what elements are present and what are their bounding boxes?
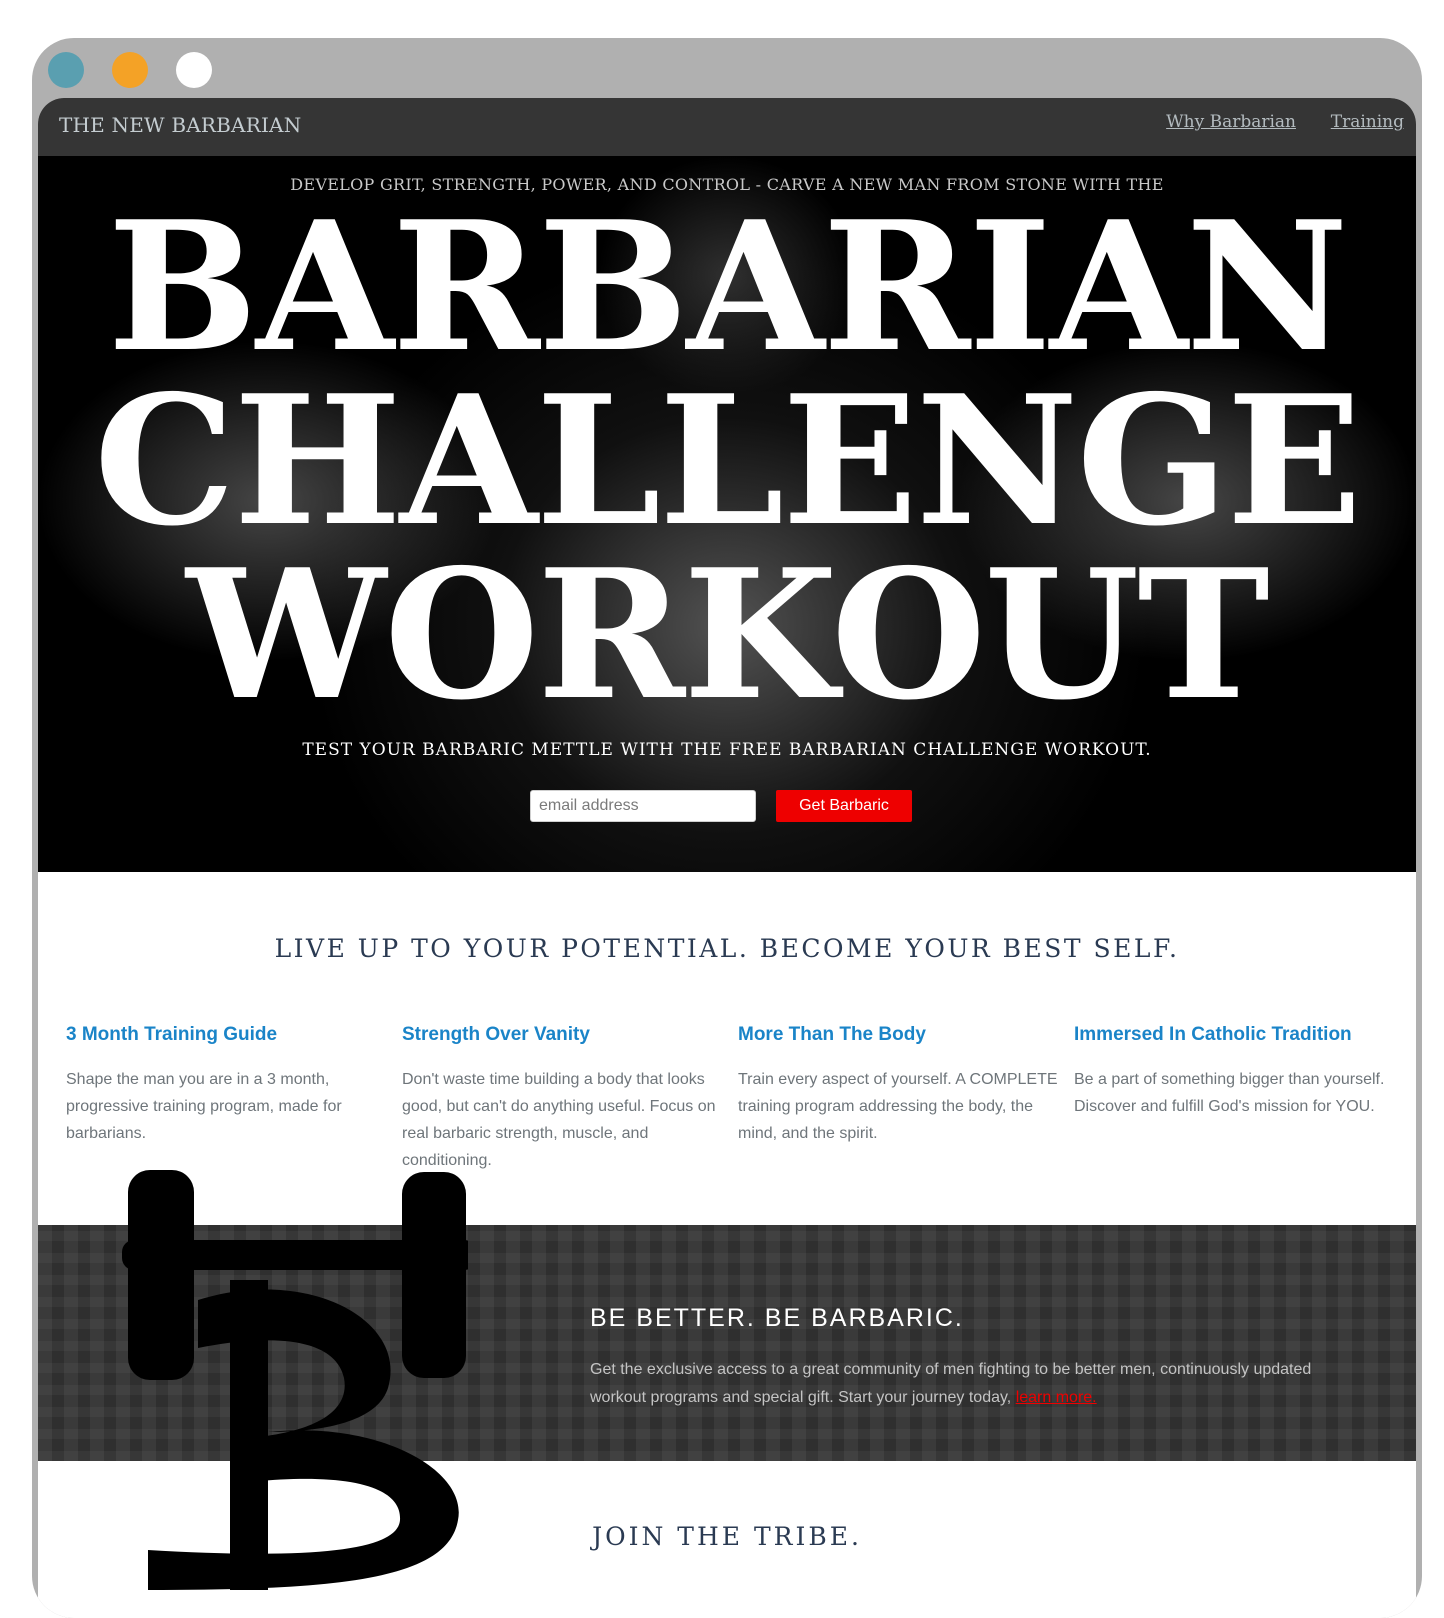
join-tribe-heading: JOIN THE TRIBE.	[592, 1522, 862, 1551]
hero-subtitle: TEST YOUR BARBARIC METTLE WITH THE FREE …	[302, 740, 1152, 760]
learn-more-link[interactable]: learn more.	[1016, 1389, 1097, 1406]
get-barbaric-button[interactable]: Get Barbaric	[776, 790, 912, 822]
feature-more-than-body: More Than The Body Train every aspect of…	[738, 1024, 1058, 1147]
tagline-heading: LIVE UP TO YOUR POTENTIAL. BECOME YOUR B…	[274, 934, 1180, 963]
feature-title[interactable]: More Than The Body	[738, 1024, 1058, 1046]
feature-text: Don't waste time building a body that lo…	[402, 1071, 716, 1169]
browser-window: THE NEW BARBARIAN Why Barbarian Training…	[32, 38, 1422, 1618]
window-close-button[interactable]	[48, 52, 84, 88]
feature-text: Be a part of something bigger than yours…	[1074, 1071, 1385, 1115]
feature-strength-over-vanity: Strength Over Vanity Don't waste time bu…	[402, 1024, 722, 1174]
hero-title-line-1: BARBARIAN	[107, 182, 1348, 391]
window-minimize-button[interactable]	[112, 52, 148, 88]
top-navbar: THE NEW BARBARIAN Why Barbarian Training	[38, 98, 1416, 156]
window-maximize-button[interactable]	[176, 52, 212, 88]
hero-title-line-3: WORKOUT	[186, 530, 1270, 739]
web-page: THE NEW BARBARIAN Why Barbarian Training…	[38, 98, 1416, 1618]
email-input[interactable]	[530, 790, 756, 822]
band-text: Get the exclusive access to a great comm…	[590, 1356, 1350, 1412]
feature-catholic-tradition: Immersed In Catholic Tradition Be a part…	[1074, 1024, 1394, 1120]
hero-section: DEVELOP GRIT, STRENGTH, POWER, AND CONTR…	[38, 156, 1416, 872]
feature-training-guide: 3 Month Training Guide Shape the man you…	[66, 1024, 386, 1147]
band-body: Get the exclusive access to a great comm…	[590, 1361, 1312, 1406]
feature-text: Train every aspect of yourself. A COMPLE…	[738, 1071, 1058, 1142]
feature-title[interactable]: Immersed In Catholic Tradition	[1074, 1024, 1394, 1046]
site-brand[interactable]: THE NEW BARBARIAN	[59, 113, 301, 137]
hero-title-line-2: CHALLENGE	[93, 356, 1362, 565]
feature-title[interactable]: Strength Over Vanity	[402, 1024, 722, 1046]
band-heading: BE BETTER. BE BARBARIC.	[590, 1304, 964, 1332]
feature-title[interactable]: 3 Month Training Guide	[66, 1024, 386, 1046]
nav-link-why-barbarian[interactable]: Why Barbarian	[1166, 112, 1296, 132]
feature-text: Shape the man you are in a 3 month, prog…	[66, 1071, 342, 1142]
nav-link-training[interactable]: Training	[1331, 112, 1404, 132]
